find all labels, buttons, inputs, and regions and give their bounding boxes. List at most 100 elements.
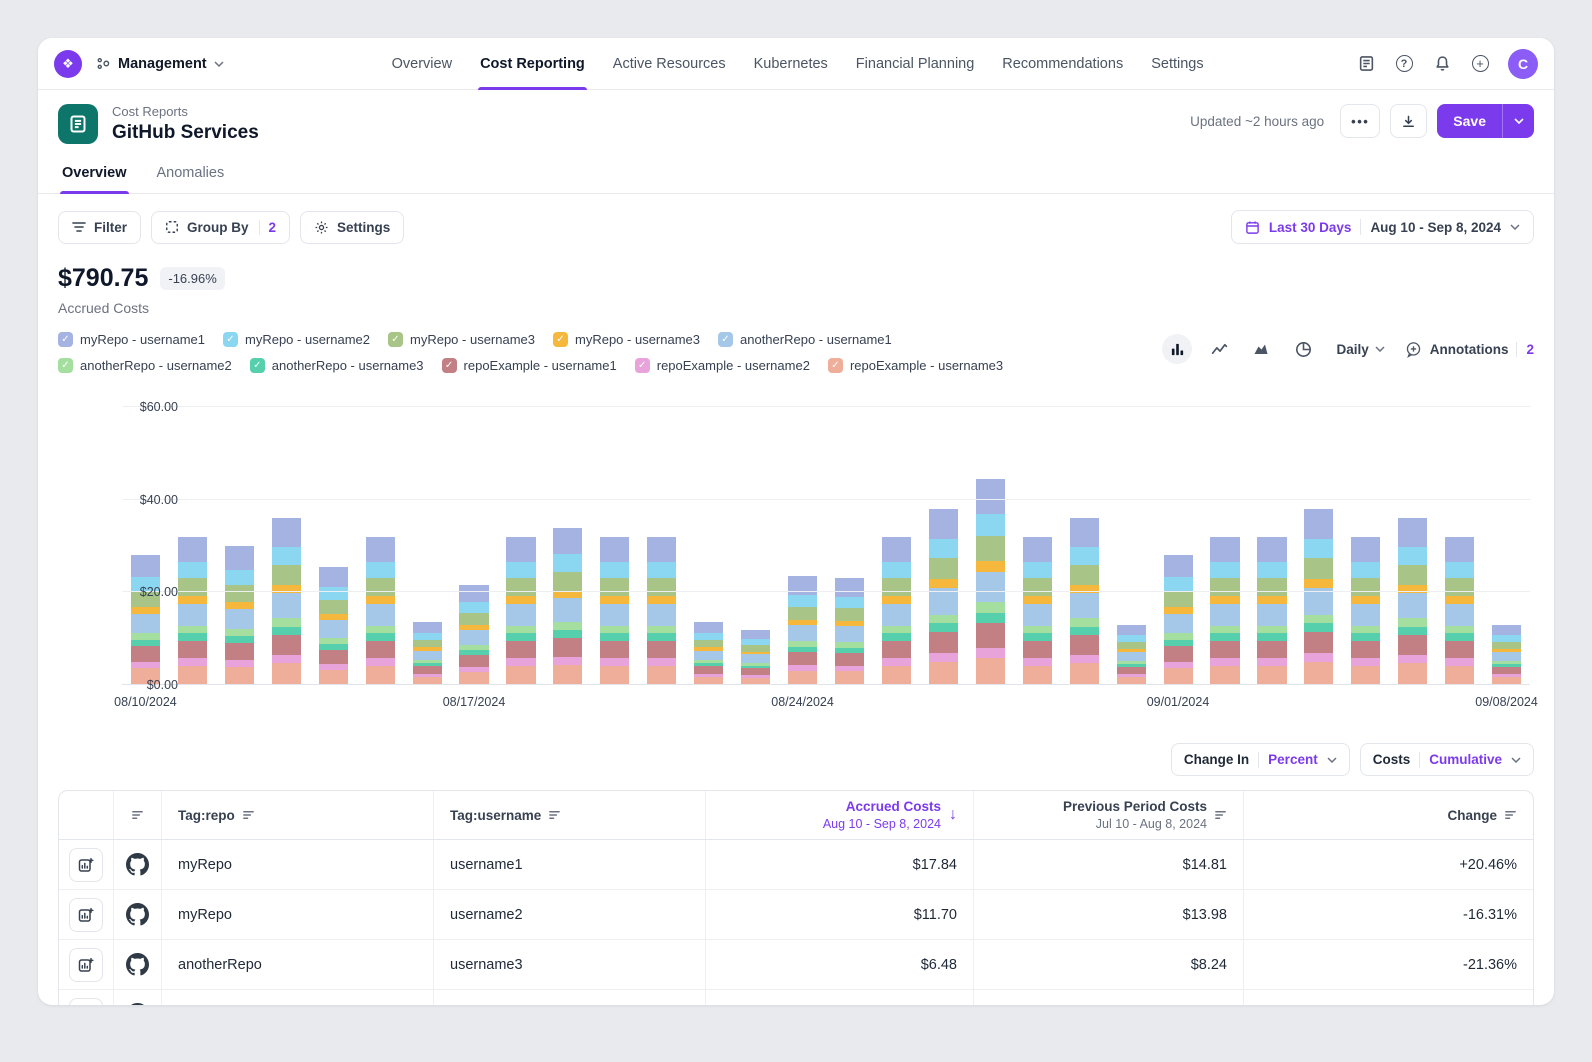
add-to-chart-button[interactable]	[69, 948, 103, 982]
vantage-logo-icon[interactable]: ❖	[54, 50, 82, 78]
nav-item-kubernetes[interactable]: Kubernetes	[754, 38, 828, 90]
add-to-chart-button[interactable]	[69, 898, 103, 932]
cell-chart-action	[59, 890, 113, 939]
sort-icon[interactable]	[1504, 809, 1517, 821]
nav-item-overview[interactable]: Overview	[392, 38, 452, 90]
stacked-bar-08/14/2024[interactable]	[319, 407, 348, 685]
legend-item-1[interactable]: ✓myRepo - username2	[223, 332, 370, 347]
stacked-bar-09/01/2024[interactable]	[1164, 407, 1193, 685]
bar-segment	[413, 640, 442, 648]
legend-item-5[interactable]: ✓anotherRepo - username2	[58, 358, 232, 373]
stacked-bar-08/18/2024[interactable]	[506, 407, 535, 685]
add-icon[interactable]: +	[1464, 48, 1496, 80]
help-icon[interactable]: ?	[1388, 48, 1420, 80]
stacked-bar-09/02/2024[interactable]	[1210, 407, 1239, 685]
stacked-bar-08/10/2024[interactable]	[131, 407, 160, 685]
stacked-bar-09/04/2024[interactable]	[1304, 407, 1333, 685]
stacked-bar-08/12/2024[interactable]	[225, 407, 254, 685]
save-button[interactable]: Save	[1437, 104, 1502, 138]
bar-segment	[1210, 658, 1239, 665]
legend-item-7[interactable]: ✓repoExample - username1	[442, 358, 617, 373]
stacked-bar-08/31/2024[interactable]	[1117, 407, 1146, 685]
stacked-bar-08/25/2024[interactable]	[835, 407, 864, 685]
x-axis-label: 08/24/2024	[771, 695, 834, 709]
legend-item-2[interactable]: ✓myRepo - username3	[388, 332, 535, 347]
save-options-button[interactable]	[1502, 104, 1534, 138]
stacked-bar-08/11/2024[interactable]	[178, 407, 207, 685]
stacked-bar-08/15/2024[interactable]	[366, 407, 395, 685]
stacked-bar-09/03/2024[interactable]	[1257, 407, 1286, 685]
nav-item-settings[interactable]: Settings	[1151, 38, 1203, 90]
bar-segment	[1257, 666, 1286, 685]
stacked-bar-08/29/2024[interactable]	[1023, 407, 1052, 685]
settings-button[interactable]: Settings	[300, 211, 404, 244]
pie-chart-type-button[interactable]	[1288, 334, 1318, 364]
bar-segment	[553, 572, 582, 591]
bar-segment	[600, 666, 629, 685]
cell-change: -16.31%	[1243, 890, 1533, 939]
download-button[interactable]	[1390, 104, 1427, 138]
stacked-bar-08/20/2024[interactable]	[600, 407, 629, 685]
stacked-bar-08/28/2024[interactable]	[976, 407, 1005, 685]
filter-icon	[72, 221, 86, 233]
stacked-bar-08/16/2024[interactable]	[413, 407, 442, 685]
stacked-bar-08/23/2024[interactable]	[741, 407, 770, 685]
tab-overview[interactable]: Overview	[60, 156, 129, 193]
docs-icon[interactable]	[1350, 48, 1382, 80]
header-accrued-costs[interactable]: Accrued Costs Aug 10 - Sep 8, 2024 ↓	[705, 791, 973, 839]
legend-item-3[interactable]: ✓myRepo - username3	[553, 332, 700, 347]
stacked-bar-08/21/2024[interactable]	[647, 407, 676, 685]
stacked-bar-09/05/2024[interactable]	[1351, 407, 1380, 685]
legend-item-8[interactable]: ✓repoExample - username2	[635, 358, 810, 373]
stacked-bar-08/17/2024[interactable]	[459, 407, 488, 685]
divider	[1360, 219, 1361, 235]
stacked-bar-08/27/2024[interactable]	[929, 407, 958, 685]
gridline	[122, 684, 1530, 685]
more-actions-button[interactable]: •••	[1340, 104, 1380, 138]
nav-item-cost-reporting[interactable]: Cost Reporting	[480, 38, 585, 90]
legend-checkbox-icon: ✓	[442, 358, 457, 373]
bar-slot	[1436, 407, 1483, 685]
legend-item-9[interactable]: ✓repoExample - username3	[828, 358, 1003, 373]
date-range-picker[interactable]: Last 30 Days Aug 10 - Sep 8, 2024	[1231, 210, 1534, 244]
tab-anomalies[interactable]: Anomalies	[155, 156, 227, 193]
legend-item-6[interactable]: ✓anotherRepo - username3	[250, 358, 424, 373]
workspace-selector[interactable]: Management	[96, 56, 224, 72]
stacked-bar-08/24/2024[interactable]	[788, 407, 817, 685]
bar-segment	[929, 579, 958, 588]
area-chart-type-button[interactable]	[1246, 334, 1276, 364]
legend-item-0[interactable]: ✓myRepo - username1	[58, 332, 205, 347]
nav-item-recommendations[interactable]: Recommendations	[1002, 38, 1123, 90]
sort-icon[interactable]	[548, 809, 561, 821]
filter-button[interactable]: Filter	[58, 211, 141, 244]
stacked-bar-08/26/2024[interactable]	[882, 407, 911, 685]
bar-segment	[272, 655, 301, 663]
change-in-select[interactable]: Change In Percent	[1171, 743, 1350, 776]
stacked-bar-08/30/2024[interactable]	[1070, 407, 1099, 685]
group-by-button[interactable]: Group By 2	[151, 211, 290, 244]
add-to-chart-button[interactable]	[69, 998, 103, 1006]
sort-icon[interactable]	[1214, 809, 1227, 821]
bar-segment	[366, 633, 395, 640]
sort-icon[interactable]	[242, 809, 255, 821]
stacked-bar-09/08/2024[interactable]	[1492, 407, 1521, 685]
nav-item-financial-planning[interactable]: Financial Planning	[856, 38, 975, 90]
line-chart-type-button[interactable]	[1204, 334, 1234, 364]
granularity-select[interactable]: Daily	[1336, 342, 1384, 357]
stacked-bar-09/06/2024[interactable]	[1398, 407, 1427, 685]
sort-icon[interactable]	[131, 809, 144, 821]
bar-chart-type-button[interactable]	[1162, 334, 1192, 364]
notifications-bell-icon[interactable]	[1426, 48, 1458, 80]
add-to-chart-button[interactable]	[69, 848, 103, 882]
bar-segment	[319, 567, 348, 587]
costs-select[interactable]: Costs Cumulative	[1360, 743, 1534, 776]
stacked-bar-09/07/2024[interactable]	[1445, 407, 1474, 685]
annotations-toggle[interactable]: Annotations 2	[1405, 341, 1534, 358]
stacked-bar-08/22/2024[interactable]	[694, 407, 723, 685]
stacked-bar-08/19/2024[interactable]	[553, 407, 582, 685]
legend-item-4[interactable]: ✓anotherRepo - username1	[718, 332, 892, 347]
user-avatar[interactable]: C	[1508, 49, 1538, 79]
nav-item-active-resources[interactable]: Active Resources	[613, 38, 726, 90]
stacked-bar-08/13/2024[interactable]	[272, 407, 301, 685]
report-toolbar: Filter Group By 2 Settings Last 30 Days …	[38, 194, 1554, 244]
